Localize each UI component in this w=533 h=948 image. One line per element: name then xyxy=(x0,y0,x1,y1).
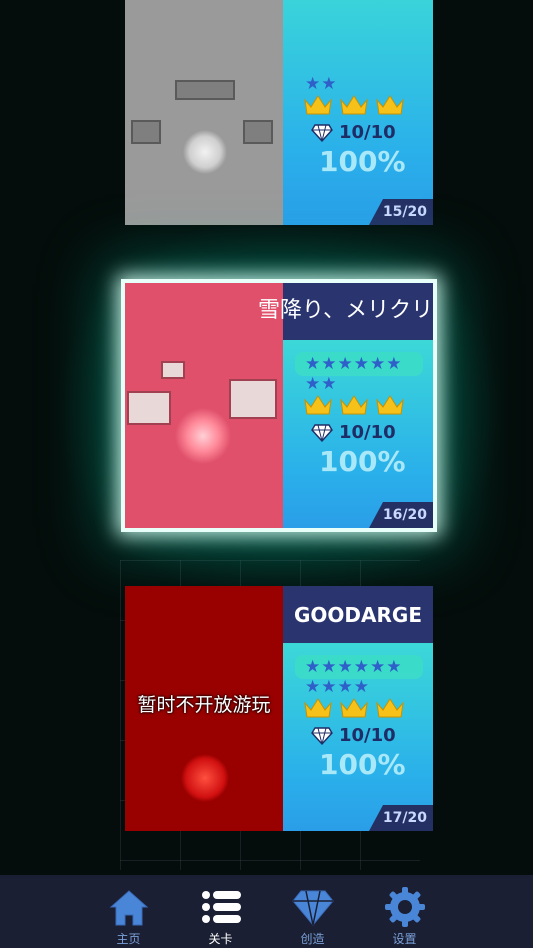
nav-settings[interactable]: 设置 xyxy=(378,885,432,948)
nav-home[interactable]: 主页 xyxy=(102,885,156,948)
level-title: GOODARGE xyxy=(283,586,433,643)
star-rating-extra: ★★ xyxy=(305,374,338,394)
star-rating: ★★ xyxy=(305,74,338,94)
gem-count: 10/10 xyxy=(339,422,396,443)
level-thumbnail: 暂时不开放游玩 xyxy=(125,586,283,831)
diamond-icon xyxy=(311,123,333,142)
level-card-16[interactable]: ★★★★★★ ★★ 10/10 100% 16/20 雪降り、メリクリ xyxy=(125,283,433,528)
crown-row xyxy=(283,94,433,116)
gem-row: 10/10 xyxy=(283,725,433,746)
nav-create-label: 创造 xyxy=(300,932,325,946)
locked-label: 暂时不开放游玩 xyxy=(137,694,271,716)
completion-percent: 100% xyxy=(319,748,406,781)
crown-icon xyxy=(375,94,405,116)
completion-percent: 100% xyxy=(319,145,406,178)
crown-icon xyxy=(303,94,333,116)
diamond-icon xyxy=(311,726,333,745)
diamond-icon xyxy=(291,890,334,926)
nav-levels-label: 关卡 xyxy=(208,932,233,946)
crown-icon xyxy=(339,94,369,116)
level-title: 雪降り、メリクリ xyxy=(258,298,433,323)
list-icon xyxy=(201,891,241,923)
crown-icon xyxy=(339,394,369,416)
crown-row xyxy=(283,697,433,719)
level-thumbnail xyxy=(125,0,283,225)
level-info-panel: GOODARGE ★★★★★★ ★★★★ 10/10 100% 17/20 xyxy=(283,586,433,831)
crown-icon xyxy=(303,394,333,416)
gear-icon xyxy=(384,887,425,927)
gem-row: 10/10 xyxy=(283,422,433,443)
home-icon xyxy=(109,890,148,926)
star-rating-extra: ★★★★ xyxy=(305,677,370,697)
gem-row: 10/10 xyxy=(283,122,433,143)
diamond-icon xyxy=(311,423,333,442)
nav-settings-label: 设置 xyxy=(392,932,417,946)
gem-count: 10/10 xyxy=(339,725,396,746)
nav-home-label: 主页 xyxy=(116,932,141,946)
crown-icon xyxy=(303,697,333,719)
completion-percent: 100% xyxy=(319,445,406,478)
crown-icon xyxy=(375,697,405,719)
level-card-17[interactable]: 暂时不开放游玩 GOODARGE ★★★★★★ ★★★★ 10/10 100% … xyxy=(125,586,433,831)
crown-icon xyxy=(339,697,369,719)
star-rating: ★★★★★★ xyxy=(295,352,423,376)
nav-create[interactable]: 创造 xyxy=(286,885,340,948)
level-info-panel: ★★ 10/10 100% 15/20 xyxy=(283,0,433,225)
gem-count: 10/10 xyxy=(339,122,396,143)
star-rating: ★★★★★★ xyxy=(295,655,423,679)
crown-row xyxy=(283,394,433,416)
level-card-15[interactable]: ★★ 10/10 100% 15/20 xyxy=(125,0,433,225)
nav-levels[interactable]: 关卡 xyxy=(194,885,248,948)
bottom-nav: 主页 关卡 创造 设置 xyxy=(0,875,533,948)
crown-icon xyxy=(375,394,405,416)
